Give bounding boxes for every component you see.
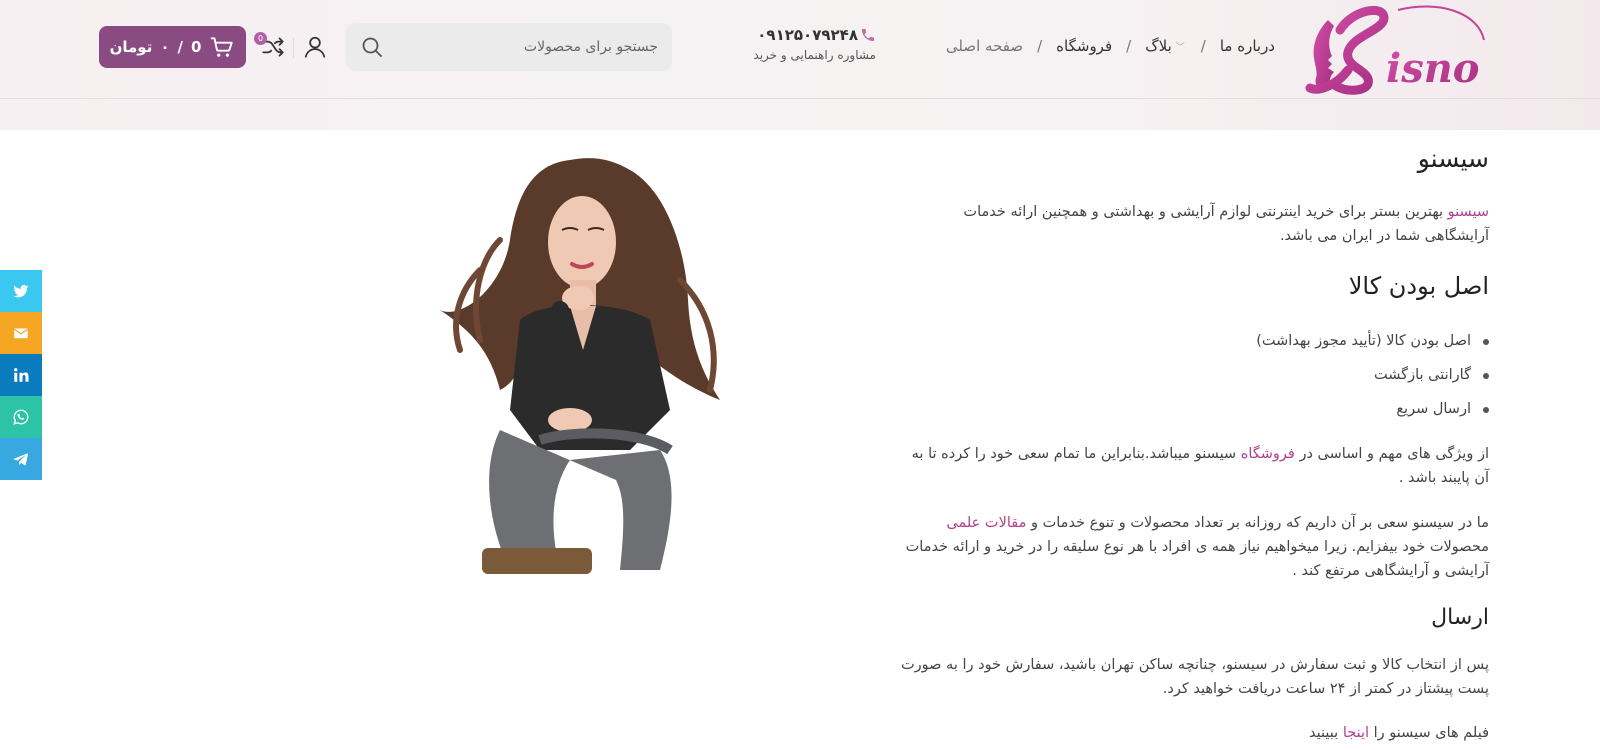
cart-separator: /: [177, 38, 183, 56]
envelope-icon: [13, 328, 29, 339]
linkedin-share-button[interactable]: [0, 354, 42, 396]
articles-link[interactable]: مقالات علمی: [946, 515, 1026, 531]
shop-link[interactable]: فروشگاه: [1241, 446, 1295, 462]
search-bar: [346, 23, 672, 71]
cart-button[interactable]: تومان ۰ / 0: [99, 26, 246, 68]
nav-shop[interactable]: فروشگاه: [1056, 37, 1112, 55]
list-item: گارانتی بازگشت: [899, 358, 1489, 392]
mission-text-before: ما در سیسنو سعی بر آن داریم که روزانه بر…: [1026, 515, 1489, 531]
main-navigation: درباره ما / ﹀ بلاگ / فروشگاه / صفحه اصلی: [946, 34, 1275, 58]
features-list: اصل بودن کالا (تأیید مجوز بهداشت) گارانت…: [899, 324, 1489, 426]
mission-text-after: محصولات خود بیفزایم. زیرا میخواهیم نیاز …: [905, 539, 1489, 579]
whatsapp-share-button[interactable]: [0, 396, 42, 438]
email-share-button[interactable]: [0, 312, 42, 354]
cart-currency: تومان: [109, 38, 153, 56]
phone-subtitle: مشاوره راهنمایی و خرید: [753, 48, 876, 62]
mission-paragraph: ما در سیسنو سعی بر آن داریم که روزانه بر…: [899, 511, 1489, 583]
shipping-paragraph: پس از انتخاب کالا و ثبت سفارش در سیسنو، …: [900, 657, 1489, 697]
site-header: isno درباره ما / ﹀ بلاگ / فروشگاه / صفحه…: [0, 0, 1600, 130]
list-item: اصل بودن کالا (تأیید مجوز بهداشت): [899, 324, 1489, 358]
telegram-share-button[interactable]: [0, 438, 42, 480]
site-logo[interactable]: isno: [1288, 0, 1488, 96]
user-account-icon[interactable]: [302, 34, 328, 60]
nav-separator: /: [1200, 37, 1206, 55]
intro-paragraph: سیسنو بهترین بستر برای خرید اینترنتی لوا…: [899, 200, 1489, 248]
features-text-before: از ویژگی های مهم و اساسی در: [1294, 446, 1489, 462]
page-title: سیسنو: [1417, 144, 1489, 173]
phone-contact[interactable]: ۰۹۱۲۵۰۷۹۲۴۸ مشاوره راهنمایی و خرید: [753, 26, 876, 62]
linkedin-icon: [14, 368, 29, 382]
film-text-before: فیلم های سیسنو را: [1369, 725, 1489, 741]
nav-blog[interactable]: ﹀ بلاگ: [1145, 37, 1187, 55]
search-input[interactable]: [408, 23, 658, 71]
cart-count: 0: [190, 38, 202, 56]
shopping-cart-icon: [209, 34, 235, 60]
whatsapp-icon: [13, 409, 29, 425]
authentic-heading: اصل بودن کالا: [1348, 272, 1489, 300]
films-paragraph: فیلم های سیسنو را اینجا ببینید: [899, 721, 1489, 745]
telegram-icon: [13, 453, 28, 466]
chevron-down-icon: ﹀: [1175, 42, 1185, 53]
social-share-bar: [0, 270, 42, 480]
phone-number[interactable]: ۰۹۱۲۵۰۷۹۲۴۸: [757, 26, 858, 44]
nav-home[interactable]: صفحه اصلی: [946, 37, 1023, 55]
svg-text:isno: isno: [1386, 45, 1479, 92]
nav-separator: /: [1126, 37, 1132, 55]
cart-amount: ۰: [160, 38, 170, 56]
nav-separator: /: [1037, 37, 1043, 55]
shipping-heading: ارسال: [1431, 605, 1489, 630]
logo-image: isno: [1305, 5, 1485, 95]
films-link[interactable]: اینجا: [1343, 725, 1369, 741]
film-text-after: ببینید: [1309, 725, 1343, 741]
search-icon[interactable]: [360, 35, 384, 59]
nav-about-us[interactable]: درباره ما: [1220, 37, 1275, 55]
compare-count-badge: 0: [254, 32, 267, 45]
twitter-share-button[interactable]: [0, 270, 42, 312]
intro-brand-link[interactable]: سیسنو: [1448, 204, 1489, 220]
list-item: ارسال سریع: [899, 392, 1489, 426]
nav-blog-label: بلاگ: [1145, 37, 1172, 55]
intro-text: بهترین بستر برای خرید اینترنتی لوازم آرا…: [963, 204, 1489, 244]
model-photo: [420, 150, 740, 578]
nav-about-us-label: درباره ما: [1219, 37, 1275, 55]
nav-home-label: صفحه اصلی: [945, 37, 1024, 55]
nav-shop-label: فروشگاه: [1056, 37, 1113, 55]
header-divider: [293, 38, 294, 58]
phone-icon: [860, 27, 876, 43]
twitter-icon: [13, 284, 29, 298]
about-content: سیسنو سیسنو بهترین بستر برای خرید اینترن…: [899, 140, 1489, 745]
features-paragraph: از ویژگی های مهم و اساسی در فروشگاه سیسن…: [899, 442, 1489, 490]
